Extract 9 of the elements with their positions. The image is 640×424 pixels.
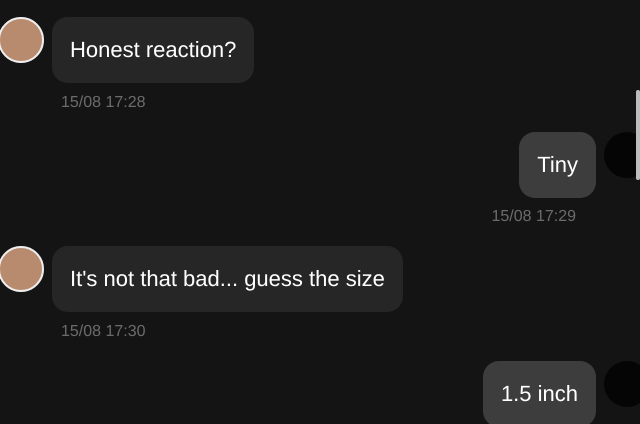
message-time: 15/08 17:28 xyxy=(61,94,147,112)
message-time: 15/08 17:30 xyxy=(61,323,147,341)
message-bubble: Honest reaction? xyxy=(52,17,254,83)
message-time: 15/08 17:29 xyxy=(491,208,576,226)
message-bubble: Tiny xyxy=(519,132,596,198)
message-bubble: It's not that bad... guess the size xyxy=(52,246,403,312)
avatar xyxy=(0,17,44,63)
avatar xyxy=(0,246,44,292)
message-bubble: 1.5 inch xyxy=(482,361,596,424)
